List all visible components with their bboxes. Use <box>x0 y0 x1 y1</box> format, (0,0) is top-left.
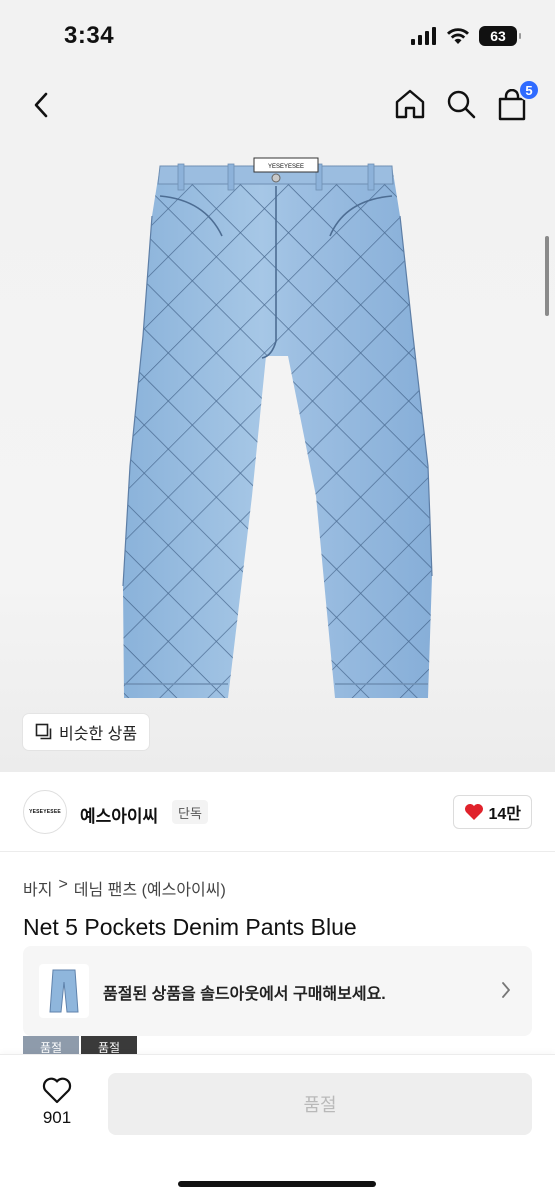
similar-products-button[interactable]: 비슷한 상품 <box>23 714 150 750</box>
soldout-purchase-button[interactable]: 품절 <box>108 1073 532 1135</box>
home-indicator <box>178 1181 376 1187</box>
status-icons: 63 <box>411 26 521 46</box>
similar-items-icon <box>35 723 52 740</box>
similar-products-label: 비슷한 상품 <box>59 726 138 743</box>
wishlist-count: 901 <box>42 1108 72 1127</box>
brand-name[interactable]: 예스아이씨 <box>80 802 158 827</box>
wishlist-button[interactable]: 901 <box>32 1077 82 1128</box>
jeans-thumbnail-icon <box>49 969 79 1013</box>
heart-filled-icon <box>465 804 484 820</box>
search-button[interactable] <box>444 86 478 122</box>
banner-thumbnail <box>39 964 89 1018</box>
brand-like-button[interactable]: 14만 <box>453 795 532 829</box>
product-image: YESEYESEE <box>122 157 433 698</box>
home-button[interactable] <box>393 86 427 122</box>
product-title: Net 5 Pockets Denim Pants Blue <box>23 914 357 940</box>
brand-like-count: 14만 <box>488 806 521 823</box>
status-bar: 3:34 63 <box>0 0 555 76</box>
battery-level: 63 <box>490 28 506 44</box>
breadcrumb-subcategory[interactable]: 데님 팬츠 (예스아이씨) <box>74 876 226 900</box>
breadcrumb-category[interactable]: 바지 <box>23 876 52 900</box>
brand-logo-text: YESEYESEE <box>29 809 61 815</box>
nav-bar: 5 <box>0 76 555 136</box>
chevron-right-icon <box>502 982 510 998</box>
breadcrumb-separator: > <box>58 876 68 893</box>
wifi-icon <box>447 28 469 44</box>
status-time: 3:34 <box>64 22 115 49</box>
heart-outline-icon <box>42 1077 72 1104</box>
cart-button[interactable]: 5 <box>496 79 540 122</box>
brand-row: YESEYESEE 예스아이씨 단독 14만 <box>0 772 555 852</box>
search-icon <box>447 90 476 119</box>
home-icon <box>395 89 425 119</box>
chevron-left-icon <box>34 92 48 118</box>
brand-logo[interactable]: YESEYESEE <box>23 790 67 834</box>
signal-icon <box>411 27 436 45</box>
jeans-brand-label: YESEYESEE <box>268 164 304 170</box>
exclusive-badge: 단독 <box>172 800 208 824</box>
bottom-action-bar: 901 품절 <box>0 1054 555 1200</box>
breadcrumb: 바지 > 데님 팬츠 (예스아이씨) <box>23 876 226 900</box>
product-image-area[interactable]: YESEYESEE <box>0 136 555 772</box>
cart-count-badge: 5 <box>518 79 540 101</box>
battery-icon: 63 <box>479 26 521 46</box>
soldout-banner[interactable]: 품절된 상품을 솔드아웃에서 구매해보세요. <box>23 946 532 1036</box>
page-scrollbar[interactable] <box>545 236 549 316</box>
back-button[interactable] <box>26 88 56 122</box>
soldout-banner-text: 품절된 상품을 솔드아웃에서 구매해보세요. <box>103 986 386 1003</box>
